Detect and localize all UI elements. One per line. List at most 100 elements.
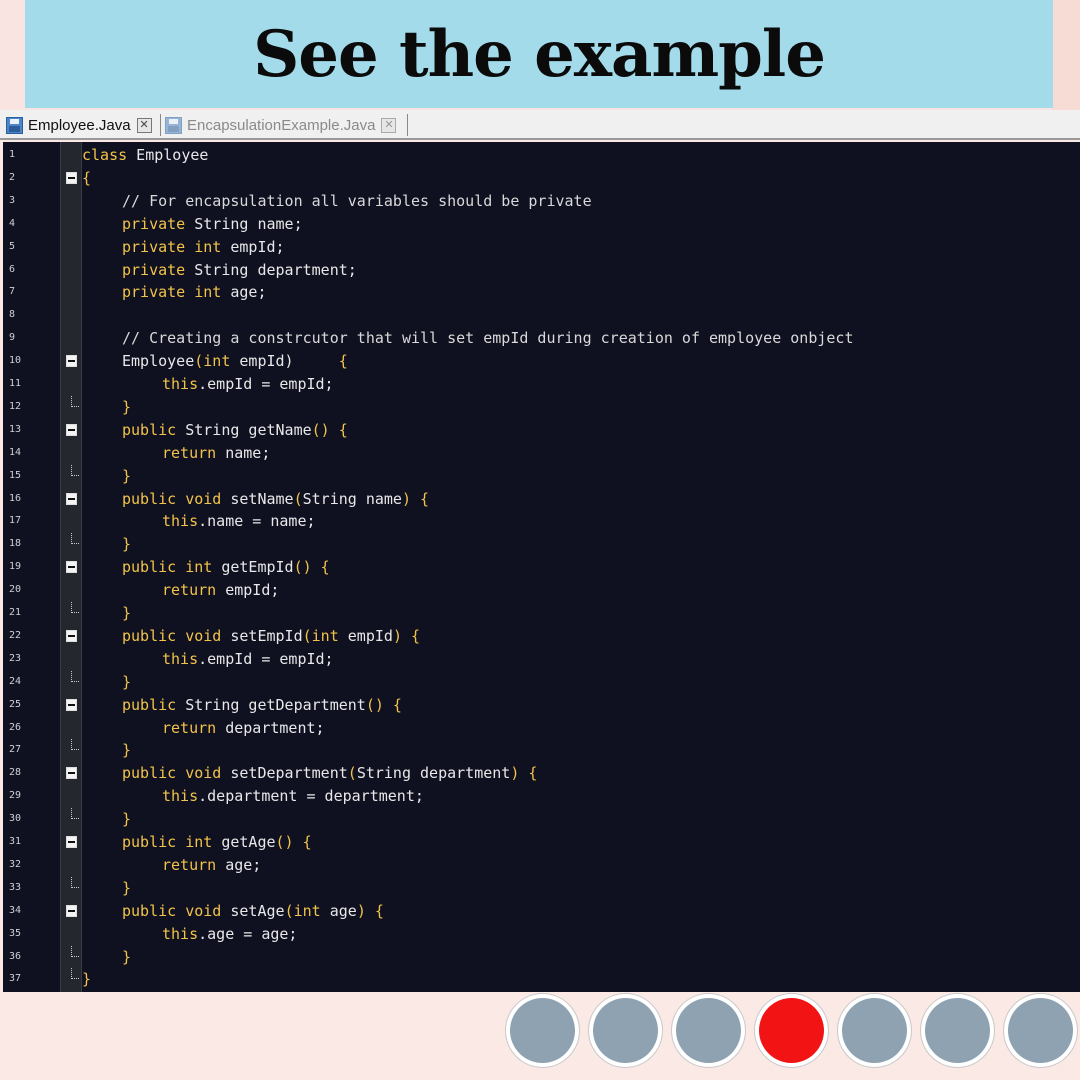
code-line[interactable]: 8 [3,304,1080,327]
code-text: } [122,535,132,554]
code-line[interactable]: 21} [3,602,1080,625]
code-text: private String department; [122,260,357,279]
fold-end-marker [71,739,79,751]
code-line[interactable]: 20 return empId; [3,579,1080,602]
fold-end-marker [71,395,79,407]
fold-collapse-icon[interactable] [66,767,77,780]
fold-collapse-icon[interactable] [66,836,77,848]
tab-label: EncapsulationExample.Java [187,116,376,134]
line-number: 3 [9,194,16,206]
fold-collapse-icon[interactable] [66,629,77,642]
line-number: 8 [9,309,16,321]
fold-collapse-icon[interactable] [66,355,77,368]
fold-collapse-icon[interactable] [66,423,77,436]
pagination-dot[interactable] [593,997,658,1063]
code-line[interactable]: 28 public void setDepartment(String depar… [3,762,1080,785]
code-text: } [122,810,132,829]
code-line[interactable]: 35 this.age = age; [3,923,1080,946]
code-line[interactable]: 5 private int empId; [3,236,1080,259]
title-banner: See the example [25,0,1053,108]
code-line[interactable]: 29 this.department = department; [3,785,1080,808]
line-number: 6 [9,263,16,275]
fold-end-marker [71,602,79,613]
fold-end-marker [71,968,79,980]
fold-end-marker [71,876,79,888]
fold-end-marker [71,670,79,682]
code-line[interactable]: 17 this.name = name; [3,510,1080,533]
fold-collapse-icon[interactable] [66,698,77,711]
line-number: 37 [9,973,22,985]
code-line[interactable]: 1 class Employee [3,144,1080,167]
code-line[interactable]: 16 public void setName(String name) { [3,488,1080,511]
code-text: this.name = name; [162,512,316,531]
code-editor[interactable]: 1 class Employee 2{3// For encapsulation a… [3,142,1080,992]
line-number: 9 [9,332,16,344]
close-icon[interactable]: ✕ [136,117,152,133]
pagination-dot[interactable] [842,997,907,1063]
banner-title: See the example [253,16,826,92]
fold-end-marker [71,464,79,476]
code-line[interactable]: 11 this.empId = empId; [3,373,1080,396]
code-line[interactable]: 2{ [3,167,1080,190]
tab-encapsulation-example-java[interactable]: EncapsulationExample.Java ✕ [165,112,397,138]
code-text: public void setDepartment(String departm… [122,764,538,783]
code-line[interactable]: 33} [3,876,1080,900]
code-text: this.empId = empId; [162,375,334,393]
code-line[interactable]: 15} [3,464,1080,488]
code-line[interactable]: 22 public void setEmpId(int empId) { [3,625,1080,648]
code-line[interactable]: 9 // Creating a constrcutor that will set… [3,327,1080,350]
line-number: 19 [9,561,22,573]
code-text: public String getName() { [122,420,348,439]
code-line[interactable]: 6 private String department; [3,259,1080,282]
code-line[interactable]: 12} [3,395,1080,419]
tab-employee-java[interactable]: Employee.Java ✕ [6,112,152,138]
line-number: 27 [9,744,22,756]
fold-collapse-icon[interactable] [66,492,77,505]
line-number: 7 [9,286,16,298]
pagination-dot[interactable] [759,997,824,1063]
code-line[interactable]: 37} [3,968,1080,991]
code-text: } [122,672,132,691]
line-number: 20 [9,584,22,596]
line-number: 12 [9,400,22,412]
code-text: return empId; [162,581,280,600]
pagination-dot[interactable] [676,997,741,1063]
line-number: 24 [9,675,22,687]
fold-collapse-icon[interactable] [66,171,77,184]
line-number: 16 [9,492,22,504]
code-text: // Creating a constrcutor that will set … [122,329,854,348]
code-line[interactable]: 19 public int getEmpId() { [3,556,1080,579]
code-line[interactable]: 4 private String name; [3,213,1080,236]
code-text: } [122,741,132,760]
code-line[interactable]: 32 return age; [3,854,1080,877]
code-line[interactable]: 3 // For encapsulation all variables shou… [3,190,1080,213]
code-line[interactable]: 36} [3,945,1080,969]
code-text: public int getAge() { [122,833,312,851]
line-number: 28 [9,767,22,779]
fold-end-marker [71,945,79,957]
code-line[interactable]: 7 private int age; [3,281,1080,304]
line-number: 21 [9,607,22,618]
code-line[interactable]: 14 return name; [3,442,1080,465]
code-line[interactable]: 27} [3,739,1080,762]
code-line[interactable]: 24} [3,670,1080,694]
code-line[interactable]: 10 Employee(int empId) { [3,350,1080,373]
code-line[interactable]: 18} [3,533,1080,556]
pagination-dot[interactable] [925,997,990,1063]
close-icon[interactable]: ✕ [381,117,397,133]
fold-collapse-icon[interactable] [66,561,77,574]
pagination-dot[interactable] [1008,997,1073,1063]
code-line[interactable]: 31 public int getAge() { [3,831,1080,854]
code-line[interactable]: 30} [3,808,1080,831]
code-text: } [122,604,132,622]
code-line[interactable]: 13 public String getName() { [3,419,1080,442]
code-line[interactable]: 23 this.empId = empId; [3,648,1080,671]
code-line[interactable]: 25 public String getDepartment() { [3,694,1080,717]
code-line[interactable]: 34 public void setAge(int age) { [3,900,1080,923]
pagination-dot[interactable] [510,997,575,1063]
fold-collapse-icon[interactable] [66,904,77,917]
line-number: 22 [9,629,22,641]
code-text: } [122,466,132,485]
code-text: } [122,947,132,966]
code-line[interactable]: 26 return department; [3,717,1080,740]
